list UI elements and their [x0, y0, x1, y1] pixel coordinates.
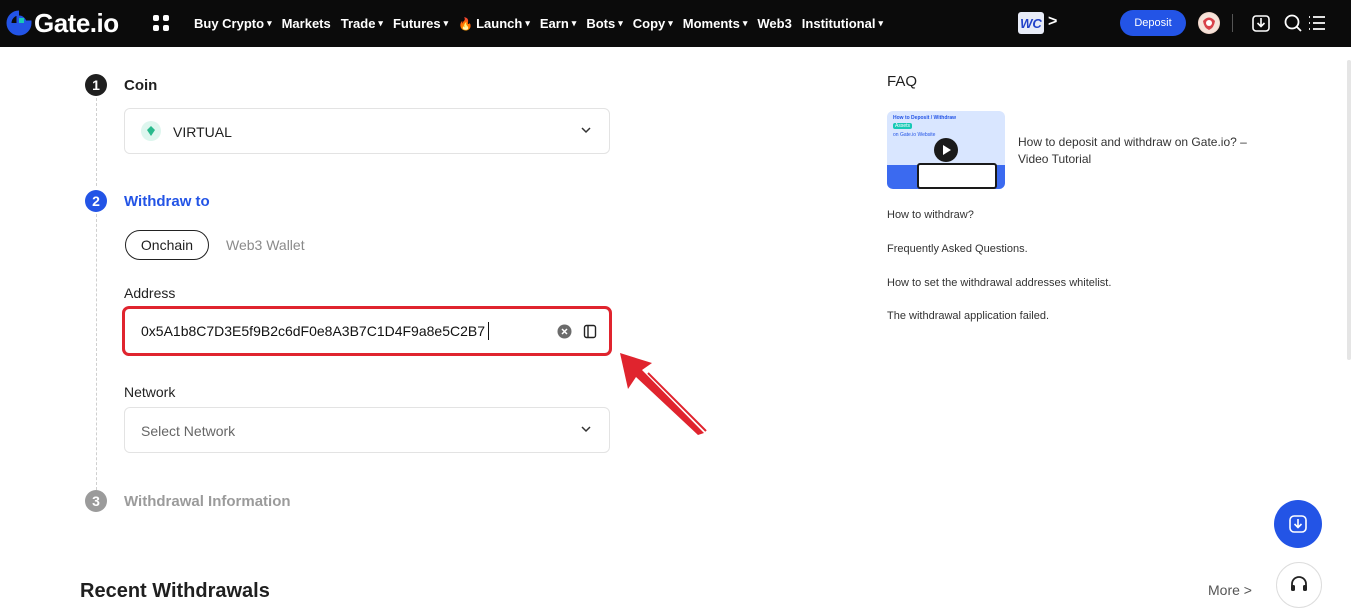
brand-name: Gate.io [34, 7, 119, 38]
nav-item-earn[interactable]: Earn ▾ [540, 16, 576, 31]
main-menu: Buy Crypto ▾ Markets Trade ▾ Futures ▾ 🔥 Launch ▾… [194, 0, 893, 47]
step-title-withdraw-to: Withdraw to [124, 193, 210, 210]
step-title-withdrawal-information: Withdrawal Information [124, 493, 291, 510]
nav-item-markets[interactable]: Markets [282, 16, 331, 31]
nav-item-label: Trade [340, 16, 376, 31]
nav-item-label: Launch [476, 16, 523, 31]
selected-coin: VIRTUAL [173, 124, 232, 140]
faq-link[interactable]: Frequently Asked Questions. [887, 243, 1028, 255]
nav-divider [1232, 14, 1233, 32]
nav-item-futures[interactable]: Futures ▾ [393, 16, 448, 31]
highlight-frame [122, 306, 612, 356]
support-button[interactable] [1276, 562, 1322, 608]
flame-icon: 🔥 [458, 16, 474, 31]
nav-item-buy-crypto[interactable]: Buy Crypto ▾ [194, 16, 272, 31]
step-number-1: 1 [85, 74, 107, 96]
nav-item-label: Web3 [757, 16, 792, 31]
wc-promo-badge[interactable]: WC [1018, 12, 1044, 34]
thumb-sub: on Gate.io Website [893, 132, 936, 138]
recent-withdrawals-title: Recent Withdrawals [80, 580, 270, 602]
avatar-icon [1199, 13, 1219, 33]
scrollbar[interactable] [1347, 60, 1351, 360]
nav-item-label: Earn [539, 16, 569, 31]
caret-down-icon: ▾ [742, 18, 748, 28]
chevron-right-icon[interactable]: > [1048, 13, 1057, 31]
nav-item-bots[interactable]: Bots ▾ [586, 16, 622, 31]
caret-down-icon: ▾ [878, 18, 883, 28]
faq-link[interactable]: How to set the withdrawal addresses whit… [887, 277, 1111, 289]
caret-down-icon: ▾ [618, 18, 623, 28]
play-icon [934, 138, 958, 162]
faq-link[interactable]: The withdrawal application failed. [887, 310, 1049, 322]
faq-video-link[interactable]: How to deposit and withdraw on Gate.io? … [1018, 134, 1268, 168]
faq-title: FAQ [887, 73, 918, 90]
download-icon[interactable] [1250, 12, 1272, 34]
thumb-tag: Assets [893, 123, 913, 129]
top-nav: Gate.io Buy Crypto ▾ Markets Trade ▾ Futures ▾… [0, 0, 1351, 47]
caret-down-icon: ▾ [571, 18, 577, 28]
nav-item-institutional[interactable]: Institutional ▾ [802, 16, 883, 31]
more-link[interactable]: More > [1208, 582, 1252, 598]
deposit-button[interactable]: Deposit [1120, 10, 1186, 36]
tab-onchain[interactable]: Onchain [125, 230, 209, 260]
apps-grid-icon[interactable] [152, 14, 170, 32]
wc-label: WC [1020, 15, 1042, 31]
tab-web3-wallet[interactable]: Web3 Wallet [226, 237, 305, 253]
nav-item-label: Institutional [801, 16, 876, 31]
faq-video-thumbnail[interactable]: How to Deposit / Withdraw Assets on Gate… [887, 111, 1005, 189]
caret-down-icon: ▾ [525, 18, 530, 28]
headset-icon [1291, 576, 1307, 591]
nav-item-label: Futures [392, 16, 441, 31]
network-select[interactable]: Select Network [124, 407, 610, 453]
chevron-down-icon [581, 127, 591, 134]
chevron-down-icon [581, 426, 591, 433]
nav-item-label: Buy Crypto [194, 16, 265, 31]
nav-item-trade[interactable]: Trade ▾ [341, 16, 383, 31]
thumb-caption: How to Deposit / Withdraw [893, 115, 957, 121]
download-icon [1289, 515, 1307, 533]
nav-item-label: Moments [682, 16, 740, 31]
floating-download-button[interactable] [1274, 500, 1322, 548]
gate-logo-icon [6, 10, 32, 36]
virtual-coin-icon [141, 121, 161, 141]
thumb-screen [917, 163, 997, 189]
caret-down-icon: ▾ [668, 18, 673, 28]
step-connector [96, 214, 97, 490]
red-arrow-annotation [620, 353, 707, 435]
step-title-coin: Coin [124, 77, 158, 94]
caret-down-icon: ▾ [443, 18, 449, 28]
network-label: Network [124, 384, 176, 400]
faq-link[interactable]: How to withdraw? [887, 209, 974, 221]
step-number-3: 3 [85, 490, 107, 512]
step-number-2: 2 [85, 190, 107, 212]
step-connector [96, 98, 97, 186]
avatar[interactable] [1198, 12, 1220, 34]
nav-item-moments[interactable]: Moments ▾ [683, 16, 748, 31]
nav-item-web3[interactable]: Web3 [757, 16, 791, 31]
menu-icon[interactable] [1306, 12, 1328, 34]
caret-down-icon: ▾ [267, 18, 272, 28]
nav-item-label: Copy [632, 16, 666, 31]
nav-item-launch[interactable]: 🔥 Launch ▾ [458, 16, 530, 31]
nav-item-label: Markets [281, 16, 331, 31]
nav-item-copy[interactable]: Copy ▾ [633, 16, 673, 31]
network-placeholder: Select Network [141, 423, 236, 439]
coin-select[interactable]: VIRTUAL [124, 108, 610, 154]
gate-logo[interactable]: Gate.io [6, 6, 119, 40]
caret-down-icon: ▾ [378, 18, 383, 28]
address-label: Address [124, 285, 176, 301]
nav-item-label: Bots [586, 16, 616, 31]
search-icon[interactable] [1282, 12, 1304, 34]
